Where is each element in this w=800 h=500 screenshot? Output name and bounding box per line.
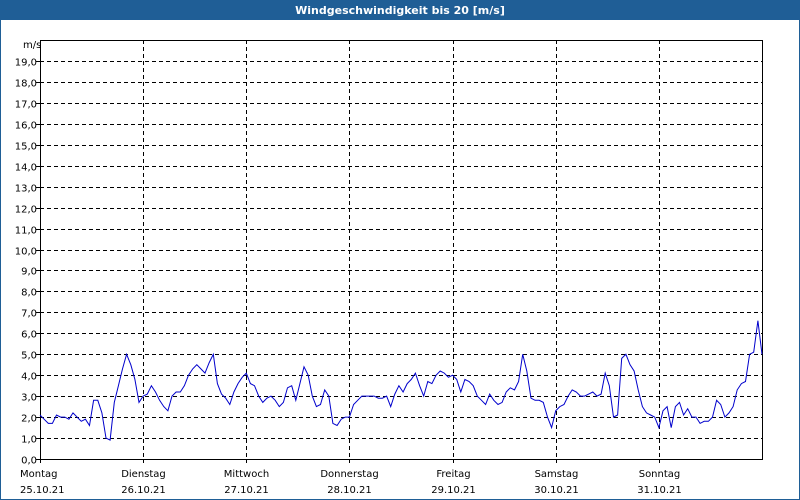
y-axis-unit-label: m/s — [23, 40, 41, 51]
y-tick-label: 14,0 — [15, 163, 37, 174]
y-tick-label: 6,0 — [21, 330, 37, 341]
grid-lines — [40, 40, 762, 459]
y-tick-label: 11,0 — [15, 226, 37, 237]
x-date-label: 31.10.21 — [637, 485, 682, 496]
y-tick-label: 1,0 — [21, 435, 37, 446]
x-day-label: Dienstag — [121, 469, 166, 480]
x-day-label: Samstag — [535, 469, 579, 480]
y-tick-label: 9,0 — [21, 267, 37, 278]
y-tick-label: 16,0 — [15, 121, 37, 132]
x-axis-ticks: Montag 25.10.21 Dienstag 26.10.21 Mittwoch 27… — [20, 459, 682, 496]
x-day-label: Freitag — [436, 469, 470, 480]
x-day-label: Montag — [20, 469, 57, 480]
x-date-label: 25.10.21 — [20, 485, 65, 496]
y-tick-label: 4,0 — [21, 372, 37, 383]
y-tick-label: 7,0 — [21, 309, 37, 320]
x-day-label: Sonntag — [639, 469, 681, 480]
y-tick-label: 8,0 — [21, 288, 37, 299]
y-tick-label: 17,0 — [15, 100, 37, 111]
x-date-label: 26.10.21 — [121, 485, 166, 496]
wind-speed-series-line — [39, 320, 763, 441]
x-day-label: Mittwoch — [224, 469, 269, 480]
y-tick-label: 13,0 — [15, 184, 37, 195]
y-tick-label: 15,0 — [15, 142, 37, 153]
x-date-label: 28.10.21 — [327, 485, 372, 496]
y-tick-label: 2,0 — [21, 414, 37, 425]
y-tick-label: 12,0 — [15, 205, 37, 216]
y-tick-label: 10,0 — [15, 247, 37, 258]
y-tick-label: 3,0 — [21, 393, 37, 404]
x-date-label: 30.10.21 — [534, 485, 579, 496]
x-date-label: 27.10.21 — [224, 485, 269, 496]
x-day-label: Donnerstag — [320, 469, 378, 480]
y-tick-label: 0,0 — [21, 456, 37, 467]
y-tick-label: 18,0 — [15, 79, 37, 90]
y-tick-label: 5,0 — [21, 351, 37, 362]
wind-speed-chart: m/s 0,0 1,0 2,0 3,0 4,0 5,0 6,0 7,0 8,0 9,0 10,0 11… — [15, 40, 763, 496]
x-date-label: 29.10.21 — [431, 485, 476, 496]
y-axis-ticks: 0,0 1,0 2,0 3,0 4,0 5,0 6,0 7,0 8,0 9,0 10,0 11,0 12… — [15, 58, 40, 467]
y-tick-label: 19,0 — [15, 58, 37, 69]
